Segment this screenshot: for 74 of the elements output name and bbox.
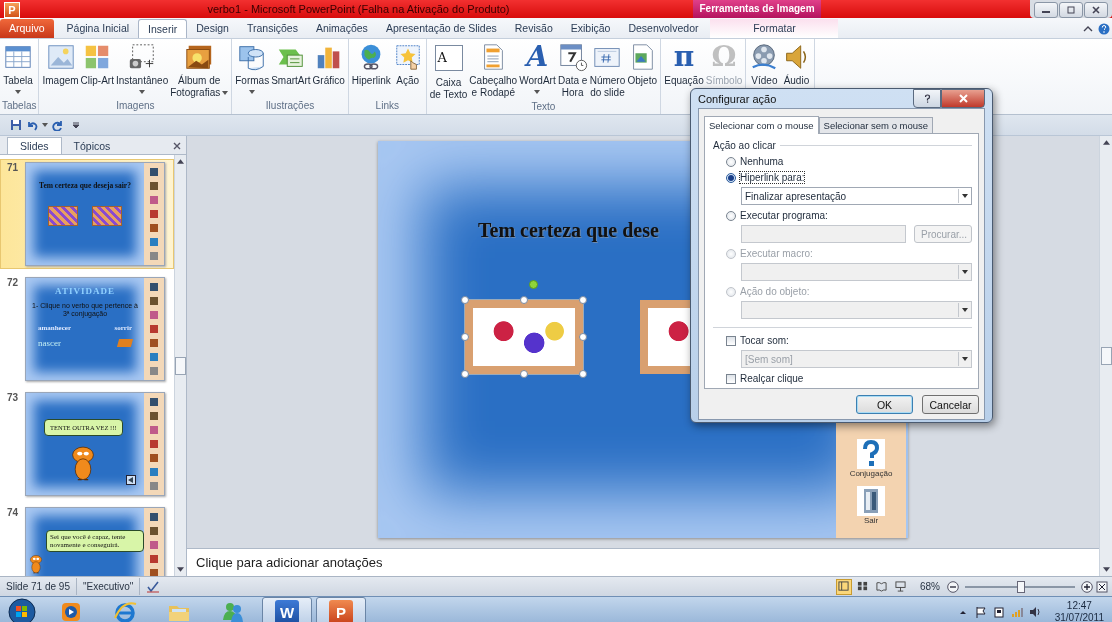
ribbon-button[interactable]: Objeto bbox=[626, 42, 659, 87]
word-icon: W bbox=[275, 600, 299, 622]
ribbon-tab[interactable]: Formatar bbox=[710, 19, 839, 38]
checkbox-option[interactable]: Tocar som: bbox=[713, 334, 972, 347]
ribbon-button[interactable]: Número do slide bbox=[588, 42, 627, 99]
group-label: Ilustrações bbox=[264, 100, 316, 113]
radio-option[interactable]: Hiperlink para: bbox=[713, 171, 972, 184]
slide-number: 73 bbox=[7, 392, 20, 403]
ribbon-button[interactable]: π Equação bbox=[663, 42, 705, 87]
omega-icon: Ω bbox=[709, 42, 740, 72]
ribbon-tab[interactable]: Página Inicial bbox=[57, 19, 139, 38]
dialog-tab[interactable]: Selecionar sem o mouse bbox=[818, 117, 934, 133]
section-label: Ação ao clicar bbox=[713, 140, 776, 151]
taskbar-button[interactable]: W bbox=[262, 597, 312, 622]
dropdown[interactable]: Finalizar apresentação bbox=[741, 187, 972, 205]
pane-tab[interactable]: Tópicos bbox=[61, 138, 123, 154]
zoom-level[interactable]: 68% bbox=[920, 581, 940, 592]
pane-tab[interactable]: Slides bbox=[7, 137, 62, 154]
ribbon-tab[interactable]: Desenvolvedor bbox=[619, 19, 708, 38]
ribbon-tab[interactable]: Transições bbox=[237, 19, 307, 38]
ribbon-button[interactable]: A WordArt bbox=[518, 42, 557, 94]
ribbon-button[interactable]: Vídeo bbox=[748, 42, 781, 87]
powerpoint-icon: P bbox=[329, 600, 353, 622]
ribbon-tab[interactable]: Apresentação de Slides bbox=[376, 19, 506, 38]
ribbon-tab[interactable]: Arquivo bbox=[0, 19, 54, 38]
slide-number: 71 bbox=[7, 162, 20, 173]
ribbon-button[interactable]: Imagem bbox=[41, 42, 80, 87]
clock[interactable]: 12:47 31/07/2011 bbox=[1054, 600, 1104, 622]
taskbar-button[interactable]: P bbox=[316, 597, 366, 622]
ribbon-tab[interactable]: Revisão bbox=[505, 19, 562, 38]
ribbon-button[interactable]: Hiperlink bbox=[350, 42, 392, 87]
nav-button[interactable]: Sair bbox=[851, 485, 891, 526]
ribbon-button[interactable]: Álbum de Fotografias bbox=[169, 42, 230, 99]
dialog-button[interactable]: Cancelar bbox=[922, 395, 979, 414]
ribbon-tab[interactable]: Inserir bbox=[138, 19, 188, 38]
dialog-button[interactable]: OK bbox=[856, 395, 913, 414]
ribbon-button[interactable]: A Caixa de Texto bbox=[428, 42, 469, 101]
ribbon-tab[interactable]: Design bbox=[187, 19, 238, 38]
context-tab-title: Ferramentas de Imagem bbox=[693, 0, 821, 18]
pi-icon: π bbox=[669, 42, 699, 72]
dialog-title: Configurar ação bbox=[698, 92, 777, 105]
window-title: verbo1 - Microsoft PowerPoint (Falha na Ativação do Produto) bbox=[206, 2, 511, 17]
group-label: Texto bbox=[530, 101, 557, 114]
ribbon-button[interactable]: Clip-Art bbox=[79, 42, 115, 87]
group-label: Imagens bbox=[115, 100, 156, 113]
dialog-tab[interactable]: Selecionar com o mouse bbox=[704, 116, 819, 134]
verb-word: nascer bbox=[38, 338, 61, 348]
checkbox-option[interactable]: Realçar clique bbox=[713, 372, 972, 385]
ribbon-tab[interactable]: Animações bbox=[306, 19, 377, 38]
notes-pane[interactable]: Clique para adicionar anotações bbox=[187, 548, 1099, 576]
ribbon-button[interactable]: Áudio bbox=[780, 42, 813, 87]
slide-heading: ATIVIDADE bbox=[55, 286, 115, 296]
slide-title: Tem certeza que dese bbox=[478, 219, 659, 242]
ribbon-button[interactable]: SmartArt bbox=[270, 42, 312, 87]
ribbon-button[interactable]: Formas bbox=[234, 42, 271, 94]
slide-number: 72 bbox=[7, 277, 20, 288]
group-label: Tabelas bbox=[2, 100, 37, 113]
ribbon-button[interactable]: Gráfico bbox=[311, 42, 346, 87]
ribbon-button[interactable]: Tabela bbox=[2, 42, 34, 94]
slide-counter: Slide 71 de 95 bbox=[0, 578, 77, 595]
text-box-icon: A bbox=[434, 45, 463, 71]
radio-option[interactable]: Nenhuma bbox=[713, 155, 972, 168]
ribbon-tab[interactable]: Exibição bbox=[561, 19, 620, 38]
ribbon-button[interactable]: Instantâneo bbox=[114, 42, 170, 94]
ribbon-button[interactable]: Data e Hora bbox=[556, 42, 589, 99]
nav-button[interactable]: Conjugação bbox=[843, 438, 899, 479]
wordart-icon: A bbox=[522, 42, 553, 72]
radio-option[interactable]: Executar programa: bbox=[713, 209, 972, 222]
slide-number: 74 bbox=[7, 507, 20, 518]
app-logo: P bbox=[4, 2, 20, 18]
group-label: Links bbox=[374, 100, 400, 113]
ribbon-button[interactable]: Cabeçalho e Rodapé bbox=[468, 42, 519, 99]
ribbon-button[interactable]: Ação bbox=[391, 42, 424, 87]
theme-name: "Executivo" bbox=[76, 578, 141, 595]
